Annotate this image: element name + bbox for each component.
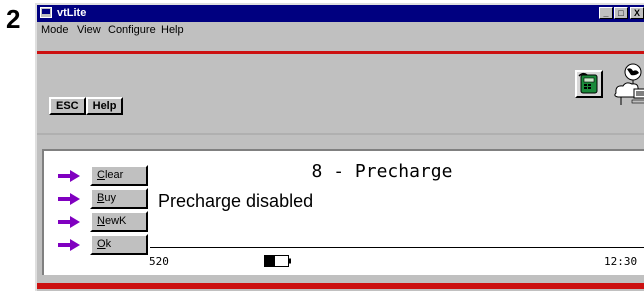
title-bar[interactable]: vtLite _ □ X	[37, 5, 644, 22]
arrow-right-icon	[58, 216, 80, 228]
arrow-right-icon	[58, 170, 80, 182]
softkey-ok[interactable]: Ok	[58, 234, 151, 256]
softkey-newk[interactable]: NewK	[58, 211, 151, 233]
toolbar-divider	[37, 133, 644, 135]
maximize-button[interactable]: □	[614, 7, 628, 19]
bottom-accent-bar	[37, 283, 644, 289]
menu-help[interactable]: Help	[161, 24, 184, 36]
softkey-buy[interactable]: Buy	[58, 188, 151, 210]
window-title: vtLite	[57, 7, 87, 19]
status-clock: 12:30	[604, 255, 638, 268]
close-button[interactable]: X	[630, 7, 644, 19]
phone-icon[interactable]	[575, 70, 603, 98]
buy-button[interactable]: Buy	[90, 188, 148, 209]
arrow-right-icon	[58, 239, 80, 251]
softkey-clear[interactable]: Clear	[58, 165, 151, 187]
menu-mode[interactable]: Mode	[41, 24, 69, 36]
newk-button[interactable]: NewK	[90, 211, 148, 232]
status-divider	[150, 247, 644, 248]
minimize-button[interactable]: _	[599, 7, 613, 19]
screen-message: Precharge disabled	[158, 191, 314, 211]
help-button[interactable]: Help	[85, 97, 124, 115]
battery-icon	[264, 255, 291, 267]
step-number: 2	[6, 4, 21, 34]
status-counter: 520	[149, 255, 169, 268]
app-icon[interactable]	[40, 7, 52, 18]
menu-view[interactable]: View	[77, 24, 101, 36]
clear-button[interactable]: Clear	[90, 165, 148, 186]
terminal-display: Clear Buy NewK Ok 8 - Precharge Precharg…	[42, 149, 644, 275]
vtlite-window: vtLite _ □ X Mode View Configure Help ES…	[35, 3, 644, 291]
header-divider	[37, 51, 644, 54]
menu-configure[interactable]: Configure	[108, 24, 156, 36]
toolbar: ESC Help	[49, 97, 124, 115]
esc-button[interactable]: ESC	[49, 97, 86, 115]
network-icon	[613, 63, 644, 109]
arrow-right-icon	[58, 193, 80, 205]
menu-bar: Mode View Configure Help	[37, 22, 644, 39]
screen-heading: 8 - Precharge	[311, 161, 453, 182]
ok-button[interactable]: Ok	[90, 234, 148, 255]
